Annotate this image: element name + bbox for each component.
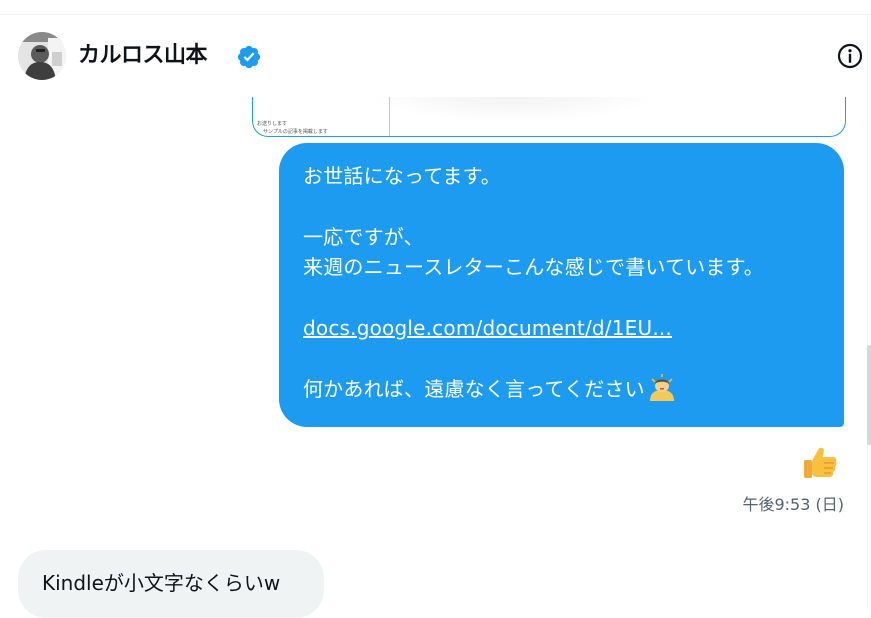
message-text: Kindleが小文字なくらいw [42, 571, 281, 595]
message-line: 何かあれば、遠慮なく言ってください [303, 377, 645, 401]
message-line: 一応ですが、 [303, 225, 424, 249]
attachment-preview-divider [389, 96, 390, 136]
attachment-preview-text: お送りします [257, 121, 288, 127]
attachment-preview-text: サンプルの記事を掲載します [263, 129, 328, 135]
scrollbar-thumb[interactable] [867, 345, 871, 445]
verified-badge-icon [237, 45, 261, 69]
info-icon[interactable] [836, 42, 864, 70]
thumbs-up-emoji[interactable] [800, 442, 840, 482]
message-line: お世話になってます。 [303, 164, 501, 188]
scroll-track [867, 15, 868, 609]
received-message-bubble[interactable]: Kindleが小文字なくらいw [18, 550, 324, 618]
user-name[interactable]: カルロス山本 [78, 40, 208, 72]
avatar[interactable] [18, 32, 66, 80]
person-bowing-emoji [649, 374, 674, 401]
avatar-photo [18, 32, 66, 80]
sent-message-bubble[interactable]: お世話になってます。 一応ですが、 来週のニュースレターこんな感じで書いています… [279, 143, 844, 427]
message-timestamp: 午後9:53 (日) [742, 495, 844, 514]
conversation-header: カルロス山本 [0, 15, 867, 97]
message-line: 来週のニュースレターこんな感じで書いています。 [303, 255, 764, 279]
document-link[interactable]: docs.google.com/document/d/1EU... [303, 316, 672, 340]
